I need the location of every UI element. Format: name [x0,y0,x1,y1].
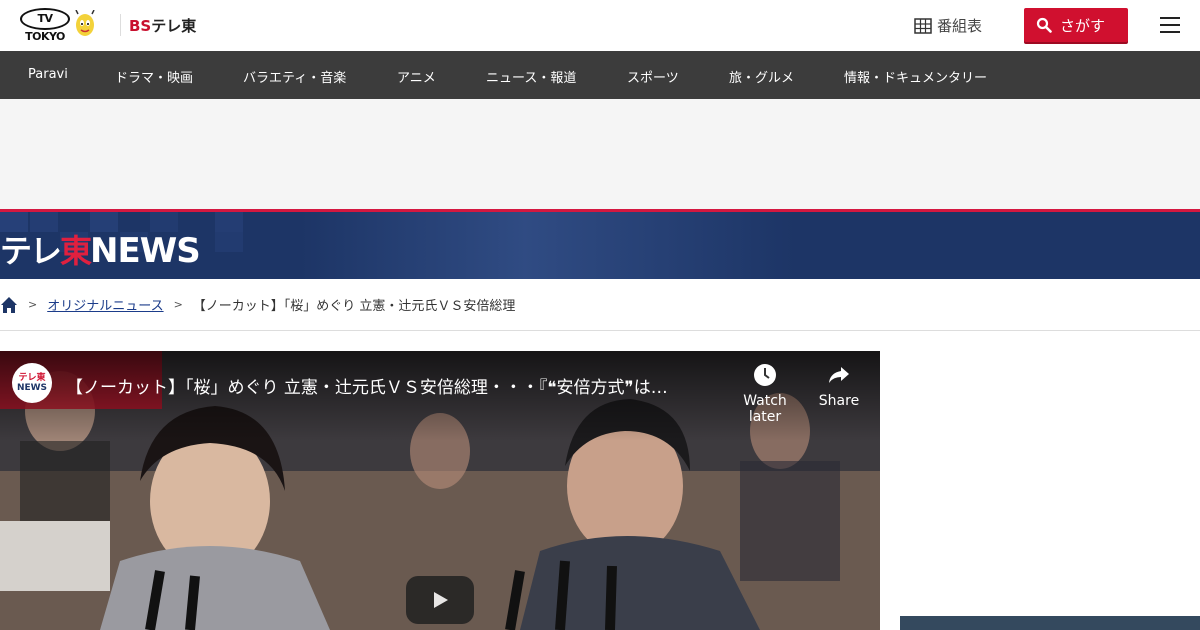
header-divider [120,14,121,36]
breadcrumb-link-original-news[interactable]: オリジナルニュース [47,295,163,314]
hamburger-menu-icon[interactable] [1159,15,1181,35]
channel-avatar[interactable]: テレ東 NEWS [12,363,52,403]
search-label: さがす [1060,16,1106,35]
breadcrumb: > オリジナルニュース > 【ノーカット】「桜」めぐり 立憲・辻元氏ＶＳ安倍総理 [0,279,1200,331]
share-label: Share [818,393,860,409]
nav-item-travel[interactable]: 旅・グルメ [729,67,794,86]
mascot-icon [75,10,95,36]
play-button[interactable] [406,576,474,624]
breadcrumb-separator: > [173,298,183,311]
watch-later-button[interactable]: Watch later [725,363,805,425]
site-header: TV TOKYO BSテレ東 番組表 さがす [0,0,1200,51]
sidebar-ad[interactable] [900,616,1200,630]
grid-icon [914,17,932,34]
tvguide-link[interactable]: 番組表 [914,15,982,36]
nav-item-anime[interactable]: アニメ [397,67,436,86]
nav-item-info[interactable]: 情報・ドキュメンタリー [844,67,987,86]
tvtokyo-logo-text: TV TOKYO [20,7,70,43]
nav-item-news[interactable]: ニュース・報道 [486,67,576,86]
nav-item-drama[interactable]: ドラマ・映画 [115,67,193,86]
youtube-player[interactable]: テレ東 NEWS 【ノーカット】「桜」めぐり 立憲・辻元氏ＶＳ安倍総理・・・『❝… [0,351,880,630]
bs-tvtokyo-logo[interactable]: BSテレ東 [129,15,196,36]
share-button[interactable]: Share [799,363,879,409]
news-banner: テレ東 NEWS [0,209,1200,279]
play-icon [434,592,448,608]
clock-icon [754,364,776,386]
nav-item-variety[interactable]: バラエティ・音楽 [243,67,346,86]
banner-glow [300,212,1200,279]
ad-area [0,99,1200,209]
banner-logo-en: NEWS [90,231,201,271]
nav-item-paravi[interactable]: Paravi [28,67,68,82]
tere-news-logo[interactable]: テレ東 NEWS [0,231,201,271]
main-nav: Paravi ドラマ・映画 バラエティ・音楽 アニメ ニュース・報道 スポーツ … [0,51,1200,99]
breadcrumb-current: 【ノーカット】「桜」めぐり 立憲・辻元氏ＶＳ安倍総理 [192,299,516,314]
video-title[interactable]: 【ノーカット】「桜」めぐり 立憲・辻元氏ＶＳ安倍総理・・・『❝安倍方式❞は… [66,373,726,398]
tvtokyo-logo[interactable]: TV TOKYO [20,7,98,43]
tvguide-label: 番組表 [937,17,983,35]
share-icon [829,367,849,383]
search-button[interactable]: さがす [1024,8,1128,42]
home-icon[interactable] [0,296,18,314]
search-icon [1036,17,1052,33]
banner-logo-jp: テレ東 [0,232,92,270]
breadcrumb-separator: > [28,298,38,311]
nav-item-sports[interactable]: スポーツ [627,67,679,86]
watch-later-label: Watch later [743,393,787,425]
